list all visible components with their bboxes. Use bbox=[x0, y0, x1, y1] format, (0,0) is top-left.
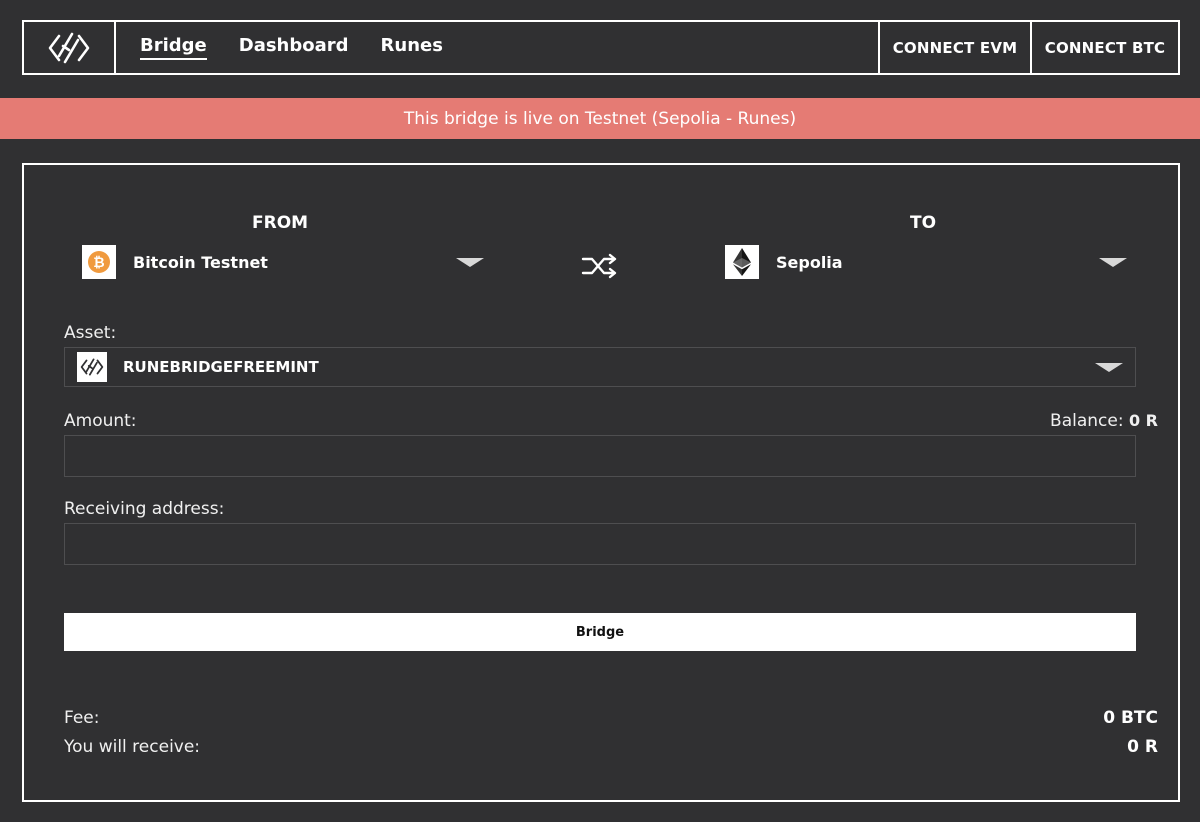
connect-evm-button[interactable]: CONNECT EVM bbox=[878, 22, 1030, 73]
asset-select[interactable]: RUNEBRIDGEFREEMINT bbox=[64, 347, 1136, 387]
asset-selected-value: RUNEBRIDGEFREEMINT bbox=[123, 358, 319, 376]
runebridge-logo-icon bbox=[48, 32, 90, 63]
shuffle-icon bbox=[581, 253, 617, 279]
chevron-down-icon bbox=[456, 257, 484, 267]
amount-label: Amount: bbox=[64, 411, 137, 431]
nav-runes[interactable]: Runes bbox=[381, 35, 443, 60]
bridge-card: FROM TO ₿ Bitcoin Testnet Sepolia Asset:… bbox=[22, 163, 1180, 802]
receive-label: You will receive: bbox=[64, 737, 201, 757]
asset-label: Asset: bbox=[64, 323, 117, 343]
main-nav: Bridge Dashboard Runes bbox=[116, 22, 878, 73]
to-chain-name: Sepolia bbox=[776, 252, 843, 272]
asset-icon bbox=[77, 352, 107, 382]
ethereum-icon bbox=[733, 248, 751, 276]
amount-field-wrapper bbox=[64, 435, 1136, 477]
receiving-address-input[interactable] bbox=[65, 524, 1135, 564]
bridge-submit-button[interactable]: Bridge bbox=[64, 613, 1136, 651]
svg-text:₿: ₿ bbox=[93, 255, 104, 271]
logo[interactable] bbox=[24, 22, 116, 73]
swap-direction-button[interactable] bbox=[581, 253, 621, 283]
to-chain-icon bbox=[725, 245, 759, 279]
fee-label: Fee: bbox=[64, 708, 100, 728]
bitcoin-icon: ₿ bbox=[88, 251, 110, 273]
connect-btc-button[interactable]: CONNECT BTC bbox=[1030, 22, 1178, 73]
runebridge-logo-icon bbox=[80, 358, 104, 376]
nav-dashboard[interactable]: Dashboard bbox=[239, 35, 349, 60]
from-chain-select[interactable]: ₿ Bitcoin Testnet bbox=[82, 243, 484, 281]
testnet-banner: This bridge is live on Testnet (Sepolia … bbox=[0, 98, 1200, 139]
receiving-address-label: Receiving address: bbox=[64, 499, 225, 519]
fee-value: 0 BTC bbox=[1103, 708, 1158, 728]
chevron-down-icon bbox=[1095, 362, 1123, 372]
receiving-address-field-wrapper bbox=[64, 523, 1136, 565]
top-navbar: Bridge Dashboard Runes CONNECT EVM CONNE… bbox=[22, 20, 1180, 75]
amount-input[interactable] bbox=[65, 436, 1135, 476]
from-title: FROM bbox=[252, 213, 309, 233]
to-chain-select[interactable]: Sepolia bbox=[725, 243, 1127, 281]
chevron-down-icon bbox=[1099, 257, 1127, 267]
balance-value: 0 R bbox=[1128, 411, 1158, 430]
balance-label: Balance: bbox=[1050, 411, 1129, 431]
to-title: TO bbox=[910, 213, 937, 233]
from-chain-icon: ₿ bbox=[82, 245, 116, 279]
balance-display: Balance: 0 R bbox=[1050, 411, 1158, 431]
receive-value: 0 R bbox=[1127, 737, 1158, 757]
nav-bridge[interactable]: Bridge bbox=[140, 35, 207, 60]
from-chain-name: Bitcoin Testnet bbox=[133, 252, 268, 272]
